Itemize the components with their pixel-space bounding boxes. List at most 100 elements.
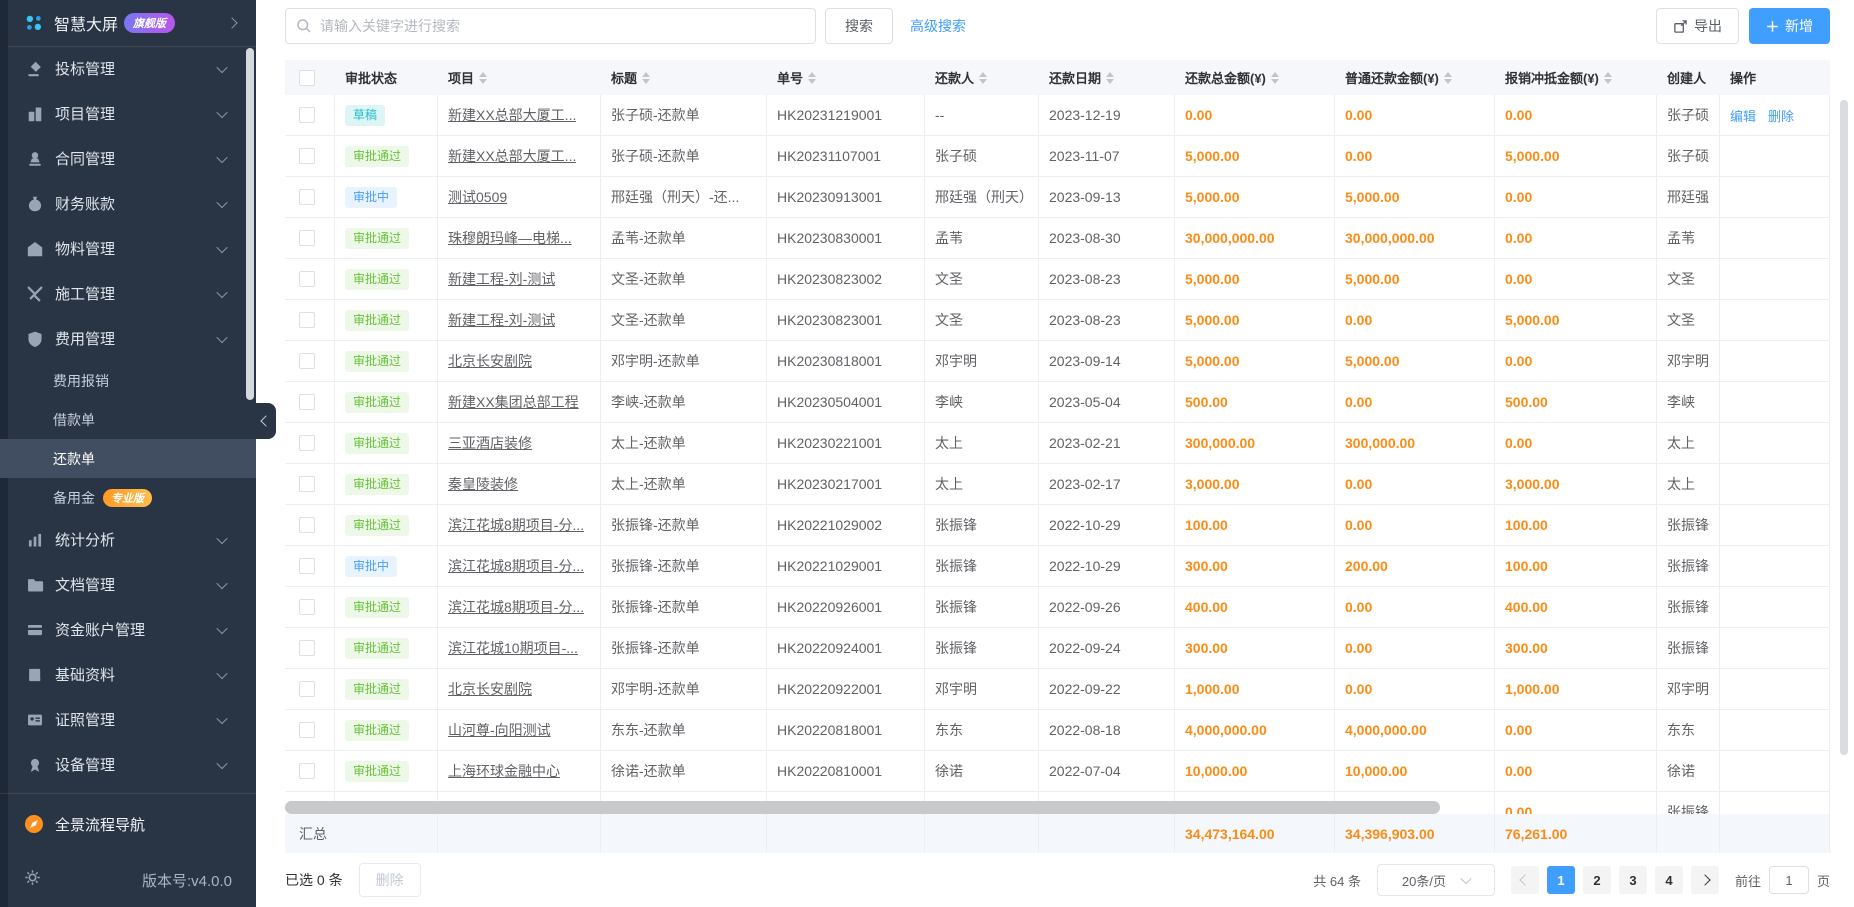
- project-link[interactable]: 滨江花城10期项目-...: [448, 638, 578, 658]
- row-checkbox[interactable]: [299, 148, 315, 164]
- column-header-title[interactable]: 标题: [601, 68, 767, 87]
- sidebar-item-loan-form[interactable]: 借款单: [0, 400, 256, 439]
- project-link[interactable]: 测试0509: [448, 187, 507, 207]
- row-checkbox[interactable]: [299, 517, 315, 533]
- column-header-normal_amount[interactable]: 普通还款金额(¥): [1335, 68, 1495, 87]
- column-header-date[interactable]: 还款日期: [1039, 68, 1175, 87]
- sort-caret-icon[interactable]: [979, 72, 987, 84]
- advanced-search-link[interactable]: 高级搜索: [910, 16, 966, 36]
- sidebar-item-panorama-navigation[interactable]: 全景流程导航: [0, 800, 256, 848]
- project-link[interactable]: 新建工程-刘-测试: [448, 269, 555, 289]
- sidebar-item-petty-cash[interactable]: 备用金专业版: [0, 478, 256, 517]
- sidebar-item-contract-management[interactable]: 合同管理: [0, 136, 256, 181]
- project-link[interactable]: 山河尊-向阳测试: [448, 720, 551, 740]
- row-checkbox[interactable]: [299, 558, 315, 574]
- row-checkbox[interactable]: [299, 763, 315, 779]
- search-input[interactable]: [285, 8, 816, 44]
- sidebar-item-repayment-form[interactable]: 还款单: [0, 439, 256, 478]
- sidebar-item-construction-management[interactable]: 施工管理: [0, 271, 256, 316]
- row-checkbox[interactable]: [299, 394, 315, 410]
- project-link[interactable]: 滨江花城8期项目-分...: [448, 597, 584, 617]
- sidebar-item-finance-accounts[interactable]: 财务账款: [0, 181, 256, 226]
- sidebar-collapse-handle[interactable]: [256, 403, 276, 439]
- delete-button[interactable]: 删除: [359, 863, 421, 897]
- project-link[interactable]: 新建工程-刘-测试: [448, 310, 555, 330]
- cell-offset_amount: 100.00: [1495, 505, 1657, 545]
- cell-total_amount: 500.00: [1175, 382, 1335, 422]
- project-link[interactable]: 新建XX集团总部工程: [448, 392, 579, 412]
- row-checkbox[interactable]: [299, 189, 315, 205]
- add-button[interactable]: 新增: [1749, 8, 1830, 44]
- delete-link[interactable]: 删除: [1768, 106, 1794, 125]
- page-size-select[interactable]: 20条/页: [1377, 864, 1495, 896]
- column-header-offset_amount[interactable]: 报销冲抵金额(¥): [1495, 68, 1657, 87]
- sort-caret-icon[interactable]: [479, 72, 487, 84]
- sidebar-item-bid-management[interactable]: 投标管理: [0, 46, 256, 91]
- sort-caret-icon[interactable]: [808, 72, 816, 84]
- table-row: 审批通过三亚酒店装修太上-还款单HK20230221001太上2023-02-2…: [285, 423, 1830, 464]
- row-checkbox[interactable]: [299, 435, 315, 451]
- project-link[interactable]: 珠穆朗玛峰—电梯...: [448, 228, 572, 248]
- project-link[interactable]: 北京长安剧院: [448, 679, 532, 699]
- sidebar-item-material-management[interactable]: 物料管理: [0, 226, 256, 271]
- row-checkbox[interactable]: [299, 476, 315, 492]
- sidebar-item-fund-account-management[interactable]: 资金账户管理: [0, 607, 256, 652]
- sidebar-item-license-management[interactable]: 证照管理: [0, 697, 256, 742]
- horizontal-scrollbar[interactable]: [285, 801, 1440, 814]
- prev-page-button[interactable]: [1511, 866, 1539, 894]
- sort-caret-icon[interactable]: [1271, 72, 1279, 84]
- row-checkbox[interactable]: [299, 271, 315, 287]
- sort-caret-icon[interactable]: [1106, 72, 1114, 84]
- select-all-checkbox[interactable]: [299, 70, 315, 86]
- row-checkbox[interactable]: [299, 230, 315, 246]
- sidebar-item-expense-management[interactable]: 费用管理: [0, 316, 256, 361]
- goto-page-input[interactable]: [1769, 866, 1809, 894]
- cell-actions: [1720, 177, 1830, 217]
- sidebar-item-project-management[interactable]: 项目管理: [0, 91, 256, 136]
- sidebar-item-statistics-analysis[interactable]: 统计分析: [0, 517, 256, 562]
- edit-link[interactable]: 编辑: [1730, 106, 1756, 125]
- page-button-2[interactable]: 2: [1583, 866, 1611, 894]
- sort-caret-icon[interactable]: [1604, 72, 1612, 84]
- row-checkbox[interactable]: [299, 107, 315, 123]
- page-button-3[interactable]: 3: [1619, 866, 1647, 894]
- project-link[interactable]: 秦皇陵装修: [448, 474, 518, 494]
- row-checkbox[interactable]: [299, 599, 315, 615]
- export-button[interactable]: 导出: [1656, 8, 1739, 44]
- gear-icon[interactable]: [24, 869, 41, 891]
- cell-order_no: HK20230818001: [767, 341, 925, 381]
- column-header-payer[interactable]: 还款人: [925, 68, 1039, 87]
- row-checkbox[interactable]: [299, 312, 315, 328]
- sidebar-logo[interactable]: 智慧大屏 旗舰版: [0, 0, 256, 47]
- sidebar-item-document-management[interactable]: 文档管理: [0, 562, 256, 607]
- column-header-order_no[interactable]: 单号: [767, 68, 925, 87]
- cell-normal_amount: 0.00: [1335, 136, 1495, 176]
- sidebar-item-basic-data[interactable]: 基础资料: [0, 652, 256, 697]
- sort-caret-icon[interactable]: [1444, 72, 1452, 84]
- project-link[interactable]: 滨江花城8期项目-分...: [448, 515, 584, 535]
- column-header-project[interactable]: 项目: [438, 68, 601, 87]
- sidebar-scrollbar[interactable]: [246, 48, 254, 400]
- page-button-4[interactable]: 4: [1655, 866, 1683, 894]
- project-link[interactable]: 上海环球金融中心: [448, 761, 560, 781]
- app-title: 智慧大屏: [54, 11, 118, 35]
- project-link[interactable]: 新建XX总部大厦工...: [448, 146, 576, 166]
- sidebar-item-equipment-management[interactable]: 设备管理: [0, 742, 256, 787]
- row-checkbox[interactable]: [299, 640, 315, 656]
- row-checkbox[interactable]: [299, 681, 315, 697]
- cell-date: 2022-09-22: [1039, 669, 1175, 709]
- row-checkbox[interactable]: [299, 722, 315, 738]
- column-header-total_amount[interactable]: 还款总金额(¥): [1175, 68, 1335, 87]
- project-link[interactable]: 三亚酒店装修: [448, 433, 532, 453]
- project-link[interactable]: 北京长安剧院: [448, 351, 532, 371]
- search-button[interactable]: 搜索: [825, 8, 893, 44]
- next-page-button[interactable]: [1691, 866, 1719, 894]
- page-button-1[interactable]: 1: [1547, 866, 1575, 894]
- building-icon: [26, 105, 44, 123]
- project-link[interactable]: 滨江花城8期项目-分...: [448, 556, 584, 576]
- row-checkbox[interactable]: [299, 353, 315, 369]
- vertical-scrollbar[interactable]: [1840, 100, 1848, 755]
- sidebar-item-expense-reimbursement[interactable]: 费用报销: [0, 361, 256, 400]
- sort-caret-icon[interactable]: [642, 72, 650, 84]
- project-link[interactable]: 新建XX总部大厦工...: [448, 105, 576, 125]
